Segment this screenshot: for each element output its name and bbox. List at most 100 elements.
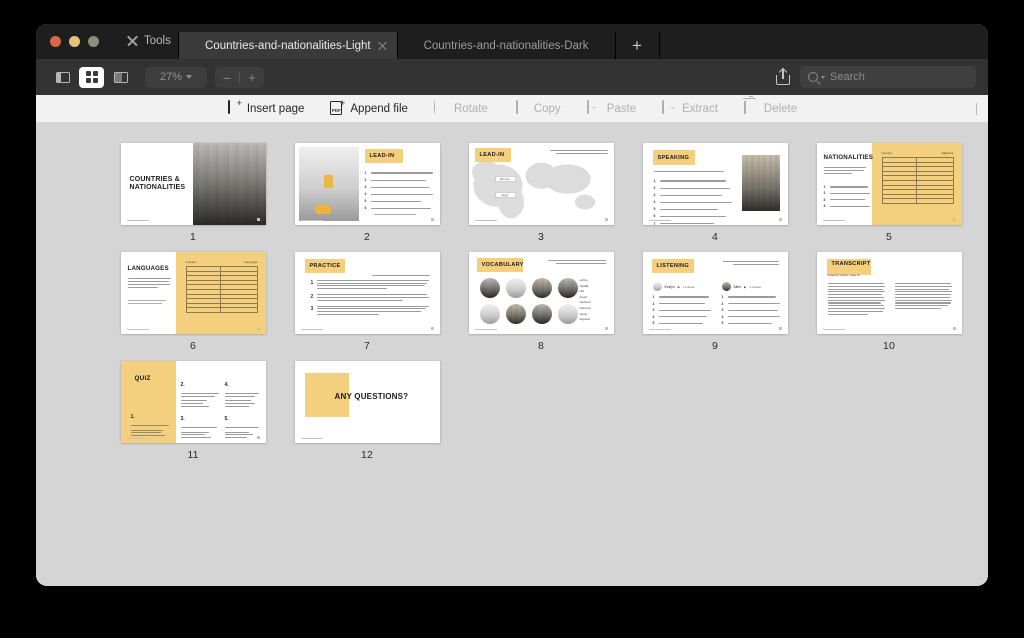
paste-button[interactable]: Paste: [586, 100, 637, 116]
vocab-photo: [505, 304, 526, 324]
play-icon[interactable]: ▶: [678, 285, 680, 289]
toolbar-resize-grip[interactable]: [975, 102, 978, 115]
page-thumbnail-3[interactable]: LEAD-IN Japan Mexico Argentina Morocco T…: [454, 143, 628, 243]
page-thumbnail-5[interactable]: NATIONALITIES 1 2 3 4 Country Adjective: [802, 143, 976, 243]
paragraph-list: 1 2 3: [311, 280, 431, 315]
audio-duration: 1 minute: [683, 284, 695, 289]
page-preview[interactable]: LANGUAGES Country Language: [120, 252, 266, 334]
zoom-in-button[interactable]: +: [240, 71, 264, 84]
close-window-button[interactable]: [50, 36, 61, 47]
vocab-photo: [557, 278, 578, 298]
preview-app-window: Tools Countries-and-nationalities-Light …: [36, 24, 988, 586]
word: surfing: [579, 279, 588, 282]
zoom-window-button[interactable]: [88, 36, 99, 47]
vocab-photo: [557, 304, 578, 324]
table-row: [185, 307, 258, 313]
page-preview[interactable]: COUNTRIES & NATIONALITIES: [120, 143, 266, 225]
page-preview[interactable]: VOCABULARY surfing nightlife hills deser…: [468, 252, 614, 334]
word: desert: [579, 295, 587, 299]
vocab-photo: [479, 304, 500, 324]
split-view-button[interactable]: [108, 67, 133, 88]
paste-label: Paste: [606, 102, 637, 115]
vocab-photo: [505, 278, 526, 298]
tab-countries-light[interactable]: Countries-and-nationalities-Light: [178, 32, 397, 59]
page-thumbnail-6[interactable]: LANGUAGES Country Language 6: [106, 252, 280, 352]
extract-button[interactable]: Extract: [662, 100, 718, 116]
quiz-question-1: 1.: [130, 405, 169, 437]
play-icon[interactable]: ▶: [744, 285, 746, 289]
tools-menu-button[interactable]: Tools: [120, 32, 177, 49]
page-thumbnail-2[interactable]: LEAD-IN 1 2 3 4 5 6 2: [280, 143, 454, 243]
tools-icon: [126, 34, 139, 47]
plus-icon: +: [632, 36, 642, 55]
speaker-2-questions: 1 2 3 4 5: [722, 295, 780, 325]
delete-label: Delete: [763, 102, 798, 115]
tab-strip: Countries-and-nationalities-Light Countr…: [178, 32, 988, 59]
zoom-out-button[interactable]: –: [215, 71, 239, 84]
chevron-down-icon: [821, 75, 825, 79]
page-preview[interactable]: ANY QUESTIONS?: [294, 361, 440, 443]
extract-icon: [662, 100, 676, 116]
rotate-button[interactable]: Rotate: [433, 100, 488, 116]
speaker-1-questions: 1 2 3 4 5: [653, 295, 711, 325]
slide-intro: [823, 167, 868, 175]
minimize-window-button[interactable]: [69, 36, 80, 47]
append-pdf-icon: PDF +: [330, 99, 345, 116]
speaker-1: Evelyn ▶ 1 minute: [652, 282, 695, 291]
page-action-bar: + Insert page PDF + Append file Rotate Co…: [36, 95, 988, 123]
page-preview[interactable]: SPEAKING 1 2 3 4 5 6 7 8: [642, 143, 788, 225]
quiz-question-3: 3.: [180, 407, 217, 439]
paste-icon: [586, 100, 601, 116]
page-thumbnail-11[interactable]: QUIZ 1. 2. 3. 4. 5. 11: [106, 361, 280, 461]
slide-title: LISTENING: [651, 259, 694, 273]
close-icon[interactable]: [377, 40, 388, 51]
page-thumbnail-1[interactable]: COUNTRIES & NATIONALITIES 1: [106, 143, 280, 243]
slide-subtitle: [721, 261, 779, 266]
slide-title: PRACTICE: [304, 259, 345, 273]
copy-button[interactable]: Copy: [514, 100, 561, 116]
page-thumbnail-4[interactable]: SPEAKING 1 2 3 4 5 6 7 8: [628, 143, 802, 243]
insert-page-button[interactable]: + Insert page: [227, 99, 304, 116]
delete-button[interactable]: Delete: [743, 101, 798, 116]
vocab-photo: [479, 278, 500, 298]
page-number: 8: [537, 340, 545, 352]
new-tab-button[interactable]: +: [614, 32, 659, 59]
zoom-level-dropdown[interactable]: 27%: [145, 66, 207, 88]
slide-photo: [741, 155, 780, 211]
thumbnail-grid: COUNTRIES & NATIONALITIES 1 LEAD-IN 1 2: [36, 143, 988, 461]
page-thumbnail-canvas[interactable]: COUNTRIES & NATIONALITIES 1 LEAD-IN 1 2: [36, 123, 988, 586]
share-icon[interactable]: [776, 68, 790, 85]
page-preview[interactable]: PRACTICE 1 2 3: [294, 252, 440, 334]
sidebar-view-button[interactable]: [50, 67, 75, 88]
example-list: 1 2 3 4: [824, 185, 870, 208]
page-number: 5: [885, 231, 893, 243]
page-preview[interactable]: LISTENING Evelyn ▶ 1 minute 1 2 3 4 5 Al…: [642, 252, 788, 334]
page-preview[interactable]: TRANSCRIPT Listening section: page 11: [816, 252, 962, 334]
trash-icon: [743, 101, 758, 116]
copy-label: Copy: [533, 102, 561, 115]
page-number: 10: [882, 340, 896, 352]
speaker-name: Allen: [733, 284, 742, 289]
page-preview[interactable]: LEAD-IN Japan Mexico Argentina Morocco T…: [468, 143, 614, 225]
page-thumbnail-12[interactable]: ANY QUESTIONS? 12: [280, 361, 454, 461]
slide-title: NATIONALITIES: [823, 154, 874, 161]
toolbar-right-group: Search: [776, 59, 976, 95]
slide-title: QUIZ: [134, 375, 151, 382]
slide-title: LEAD-IN: [364, 149, 403, 163]
slide-title: COUNTRIES & NATIONALITIES: [129, 176, 186, 191]
speaker-name: Evelyn: [664, 284, 675, 289]
speaker-2: Allen ▶ 1 minute: [721, 282, 761, 291]
search-input[interactable]: Search: [800, 66, 976, 88]
page-thumbnail-7[interactable]: PRACTICE 1 2 3 7: [280, 252, 454, 352]
append-file-button[interactable]: PDF + Append file: [330, 99, 408, 116]
page-preview[interactable]: QUIZ 1. 2. 3. 4. 5.: [120, 361, 266, 443]
tab-countries-dark[interactable]: Countries-and-nationalities-Dark: [396, 32, 615, 59]
page-thumbnail-10[interactable]: TRANSCRIPT Listening section: page 11 10: [802, 252, 976, 352]
languages-table: [185, 266, 258, 313]
page-thumbnail-8[interactable]: VOCABULARY surfing nightlife hills deser…: [454, 252, 628, 352]
grid-view-button[interactable]: [79, 66, 104, 88]
page-preview[interactable]: NATIONALITIES 1 2 3 4 Country Adjective: [816, 143, 962, 225]
page-preview[interactable]: LEAD-IN 1 2 3 4 5 6: [294, 143, 440, 225]
page-thumbnail-9[interactable]: LISTENING Evelyn ▶ 1 minute 1 2 3 4 5 Al…: [628, 252, 802, 352]
slide-title: ANY QUESTIONS?: [334, 392, 409, 401]
